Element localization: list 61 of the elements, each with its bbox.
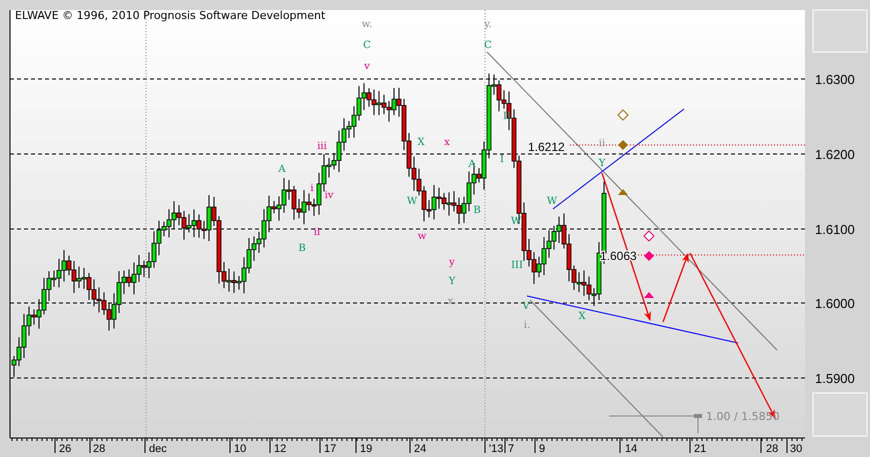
wave-label: W (406, 196, 418, 207)
wave-label: iii (317, 141, 327, 152)
axis-label: 1.6000 (815, 296, 855, 311)
wave-label: y. (484, 19, 492, 30)
axis-label: 19 (360, 443, 372, 455)
wave-label: iv (324, 190, 334, 201)
wave-label: V (522, 301, 530, 312)
wave-label: v (364, 61, 370, 72)
wave-label: i. (524, 320, 530, 331)
wave-label: w (418, 231, 426, 242)
chart-title: ELWAVE © 1996, 2010 Prognosis Software Development (15, 9, 326, 22)
diamond-icon (617, 109, 629, 121)
wave-label: II (503, 111, 511, 122)
axis-label: 1.6300 (815, 72, 855, 87)
wave-label: i (310, 183, 314, 194)
wave-label: ii (314, 227, 320, 238)
wave-label: C (363, 40, 371, 51)
triangle-icon (644, 292, 654, 298)
diamond-icon (643, 230, 655, 242)
axis-label: '13 (489, 443, 504, 455)
wave-label: W (546, 196, 558, 207)
wave-label: B (298, 243, 306, 254)
axis-label: 24 (414, 443, 426, 455)
wave-label: I (500, 154, 504, 165)
triangle-icon (618, 189, 628, 195)
wave-label: W (510, 216, 522, 227)
axis-label: 28 (766, 443, 778, 455)
axis-label: 9 (539, 443, 546, 455)
wave-label: X (578, 311, 586, 322)
measure-label: 1.00 / 1.5850 (706, 410, 780, 423)
axis-label: 7 (508, 443, 514, 455)
wave-label: Y (598, 158, 606, 169)
axis-label: 1.6200 (815, 147, 855, 162)
price-label: 1.6212 (528, 140, 565, 154)
axis-label: 12 (274, 443, 286, 455)
axis-label: 26 (59, 443, 72, 455)
diamond-icon (618, 140, 628, 150)
axis-label: 1.6100 (815, 222, 855, 237)
axis-label: 17 (324, 443, 336, 455)
wave-label: A (278, 164, 286, 175)
wave-label: y (449, 257, 455, 268)
axis-label: 30 (790, 443, 802, 455)
wave-label: Y (448, 276, 456, 287)
wave-label: w. (362, 19, 372, 30)
axis-panel-button[interactable] (812, 392, 868, 436)
axis-label: 28 (93, 443, 106, 455)
wave-label: C (484, 40, 492, 51)
axis-panel-button[interactable] (812, 10, 868, 52)
axis-label: dec (149, 443, 167, 455)
wave-label: B (473, 205, 481, 216)
wave-label: x. (448, 296, 456, 307)
wave-label: x (444, 137, 450, 148)
axis-label: 21 (694, 443, 706, 455)
wave-label: III (511, 260, 523, 271)
wave-label: ii (598, 138, 606, 149)
axis-label: 10 (234, 443, 246, 455)
wave-label: X (417, 137, 425, 148)
diamond-icon (644, 251, 654, 261)
axis-label: 14 (625, 443, 638, 455)
axis-label: 1.5900 (815, 371, 855, 386)
wave-label: A (468, 159, 476, 170)
